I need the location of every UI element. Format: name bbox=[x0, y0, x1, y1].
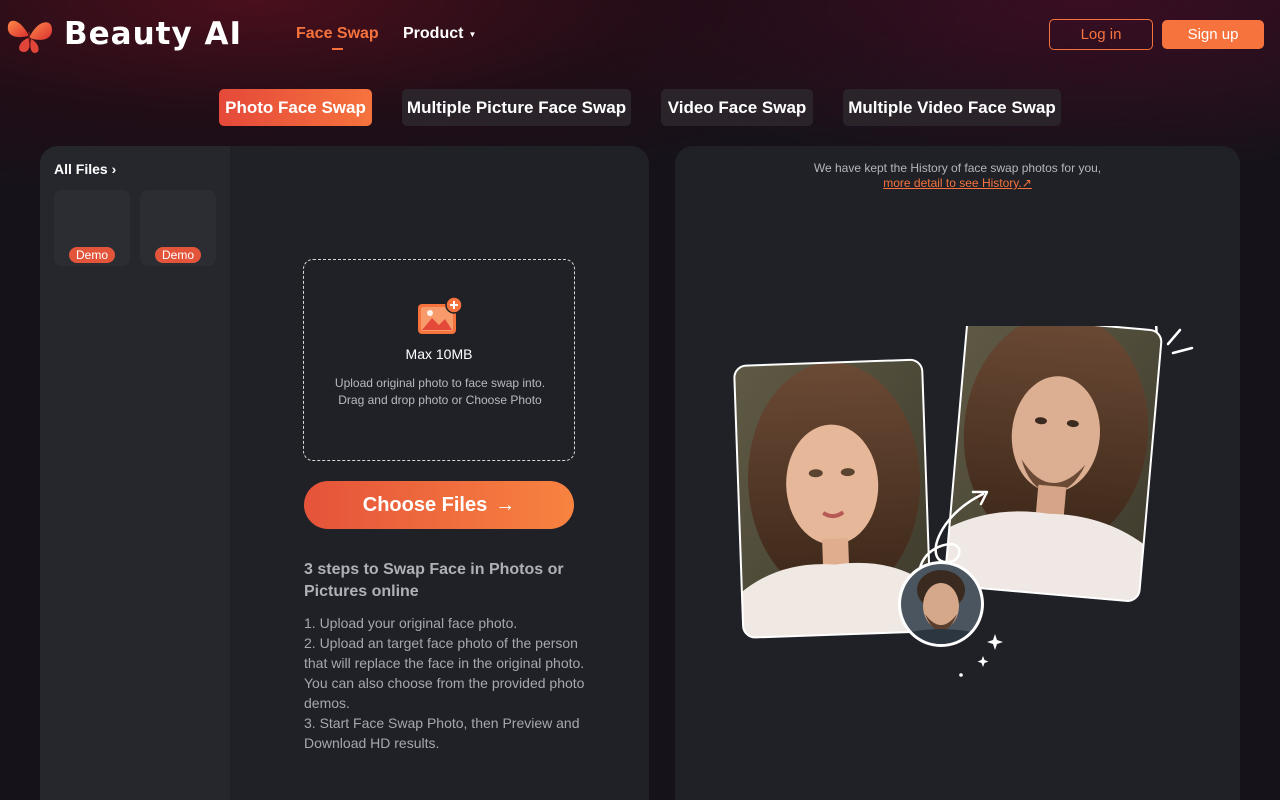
all-files-label: All Files bbox=[54, 161, 108, 177]
steps-title: 3 steps to Swap Face in Photos or Pictur… bbox=[304, 561, 564, 600]
max-size-label: Max 10MB bbox=[405, 346, 473, 362]
upload-dropzone[interactable]: Max 10MB Upload original photo to face s… bbox=[303, 259, 575, 461]
butterfly-icon bbox=[7, 20, 52, 53]
tab-video-face-swap[interactable]: Video Face Swap bbox=[661, 89, 813, 126]
upload-hint: Upload original photo to face swap into.… bbox=[334, 376, 546, 407]
tab-multiple-video-face-swap[interactable]: Multiple Video Face Swap bbox=[843, 89, 1061, 126]
add-image-icon bbox=[418, 296, 463, 334]
brand-logo[interactable]: Beauty AI bbox=[4, 12, 242, 56]
top-header: Beauty AI Face Swap Product ▼ Log in Sig… bbox=[0, 0, 1280, 72]
brand-name: Beauty AI bbox=[64, 16, 242, 52]
choose-files-button[interactable]: Choose Files → bbox=[304, 481, 574, 529]
step-item: 3. Start Face Swap Photo, then Preview a… bbox=[304, 715, 580, 751]
history-note: We have kept the History of face swap ph… bbox=[675, 161, 1240, 191]
tab-multiple-picture-face-swap[interactable]: Multiple Picture Face Swap bbox=[402, 89, 631, 126]
target-face bbox=[898, 561, 984, 647]
demo-badge: Demo bbox=[68, 247, 116, 263]
nav-product[interactable]: Product ▼ bbox=[403, 25, 476, 43]
demo-badge: Demo bbox=[154, 247, 202, 263]
demo-thumbnail[interactable]: Demo bbox=[54, 190, 130, 266]
history-text: We have kept the History of face swap ph… bbox=[813, 161, 1102, 175]
nav-face-swap[interactable]: Face Swap bbox=[296, 25, 379, 50]
files-sidebar: All Files › Demo Demo bbox=[40, 146, 230, 800]
arrow-right-icon: → bbox=[495, 493, 516, 516]
result-photo bbox=[944, 326, 1163, 602]
chevron-right-icon: › bbox=[111, 161, 117, 177]
step-item: 1. Upload your original face photo. bbox=[304, 615, 518, 631]
face-swap-illustration bbox=[733, 326, 1194, 677]
history-panel: We have kept the History of face swap ph… bbox=[675, 146, 1240, 800]
signup-button[interactable]: Sign up bbox=[1162, 20, 1264, 49]
nav-product-label: Product bbox=[403, 25, 464, 42]
history-link[interactable]: more detail to see History.↗ bbox=[883, 176, 1032, 190]
demo-thumbnail[interactable]: Demo bbox=[140, 190, 216, 266]
tab-photo-face-swap[interactable]: Photo Face Swap bbox=[219, 89, 372, 126]
all-files-link[interactable]: All Files › bbox=[54, 161, 116, 177]
steps-list: 1. Upload your original face photo. 2. U… bbox=[304, 613, 594, 753]
choose-files-label: Choose Files bbox=[362, 493, 488, 516]
login-button[interactable]: Log in bbox=[1049, 19, 1153, 50]
upload-panel: All Files › Demo Demo Max 10MB Upload or… bbox=[40, 146, 649, 800]
caret-down-icon: ▼ bbox=[468, 29, 477, 39]
step-item: 2. Upload an target face photo of the pe… bbox=[304, 635, 585, 711]
